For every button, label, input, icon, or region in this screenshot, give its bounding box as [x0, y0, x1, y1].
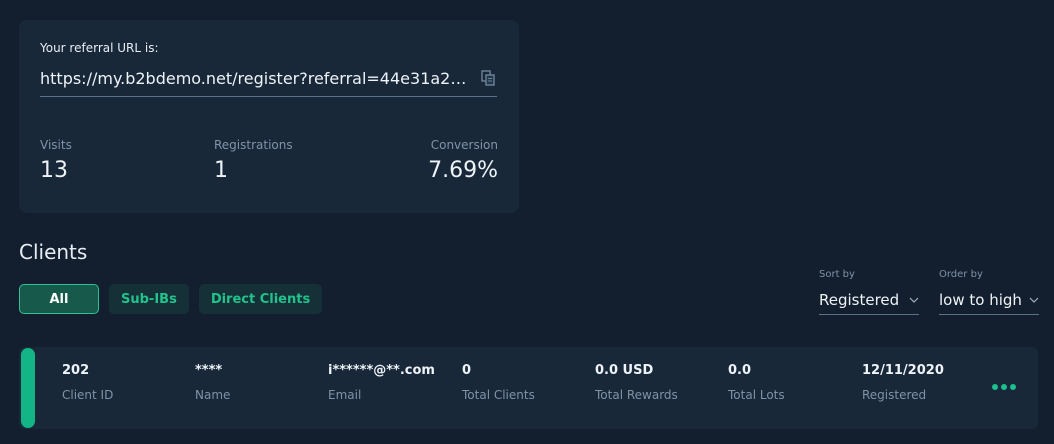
stat-label: Visits — [40, 138, 72, 152]
order-by-label: Order by — [939, 269, 983, 280]
stat-label: Registrations — [214, 138, 293, 152]
registered-value: 12/11/2020 — [862, 363, 944, 378]
referral-url[interactable]: https://my.b2bdemo.net/register?referral… — [40, 69, 468, 88]
order-by-control: Order by low to high — [939, 269, 1039, 315]
stat-visits: Visits 13 — [40, 138, 72, 183]
name-value: **** — [195, 363, 223, 378]
total-clients-label: Total Clients — [462, 388, 535, 402]
clients-title: Clients — [19, 240, 88, 264]
order-by-select[interactable]: low to high — [939, 286, 1039, 315]
cell-total-lots: 0.0 Total Lots — [728, 363, 785, 402]
stat-value: 1 — [214, 158, 228, 183]
cell-name: **** Name — [195, 363, 230, 402]
referral-url-field[interactable]: https://my.b2bdemo.net/register?referral… — [40, 66, 497, 97]
total-lots-label: Total Lots — [728, 388, 785, 402]
cell-total-clients: 0 Total Clients — [462, 363, 535, 402]
client-filter-tabs: All Sub-IBs Direct Clients — [19, 284, 323, 314]
stat-value: 13 — [40, 158, 68, 183]
name-label: Name — [195, 388, 231, 402]
tab-direct-clients[interactable]: Direct Clients — [198, 284, 323, 314]
total-clients-value: 0 — [462, 363, 472, 378]
stat-label: Conversion — [430, 138, 498, 152]
tab-sub-ibs[interactable]: Sub-IBs — [109, 284, 189, 314]
client-row[interactable]: 202 Client ID **** Name i******@**.com E… — [19, 347, 1038, 429]
cell-client-id: 202 Client ID — [62, 363, 113, 402]
registered-label: Registered — [862, 388, 927, 402]
cell-total-rewards: 0.0 USD Total Rewards — [595, 363, 678, 402]
total-rewards-value: 0.0 USD — [595, 363, 654, 378]
email-label: Email — [328, 388, 362, 402]
more-dot — [1010, 384, 1016, 390]
cell-registered: 12/11/2020 Registered — [862, 363, 944, 402]
chevron-down-icon — [1029, 297, 1039, 303]
total-rewards-label: Total Rewards — [595, 388, 678, 402]
email-value: i******@**.com — [328, 363, 435, 378]
copy-icon[interactable] — [481, 70, 495, 86]
sort-by-value: Registered — [819, 291, 900, 309]
sort-by-select[interactable]: Registered — [819, 286, 919, 315]
cell-email: i******@**.com Email — [328, 363, 435, 402]
stat-value: 7.69% — [428, 158, 498, 183]
stat-registrations: Registrations 1 — [214, 138, 293, 183]
referral-card: Your referral URL is: https://my.b2bdemo… — [19, 20, 519, 213]
more-dot — [992, 384, 998, 390]
tab-all[interactable]: All — [19, 284, 99, 314]
row-accent-bar — [21, 348, 35, 428]
client-id-label: Client ID — [62, 388, 114, 402]
more-horizontal-icon[interactable] — [992, 384, 1016, 390]
order-by-value: low to high — [939, 291, 1022, 309]
chevron-down-icon — [909, 297, 919, 303]
total-lots-value: 0.0 — [728, 363, 752, 378]
sort-by-label: Sort by — [819, 269, 855, 280]
sort-by-control: Sort by Registered — [819, 269, 919, 315]
client-id-value: 202 — [62, 363, 90, 378]
stat-conversion: Conversion 7.69% — [428, 138, 498, 183]
more-dot — [1001, 384, 1007, 390]
referral-label: Your referral URL is: — [40, 41, 159, 55]
